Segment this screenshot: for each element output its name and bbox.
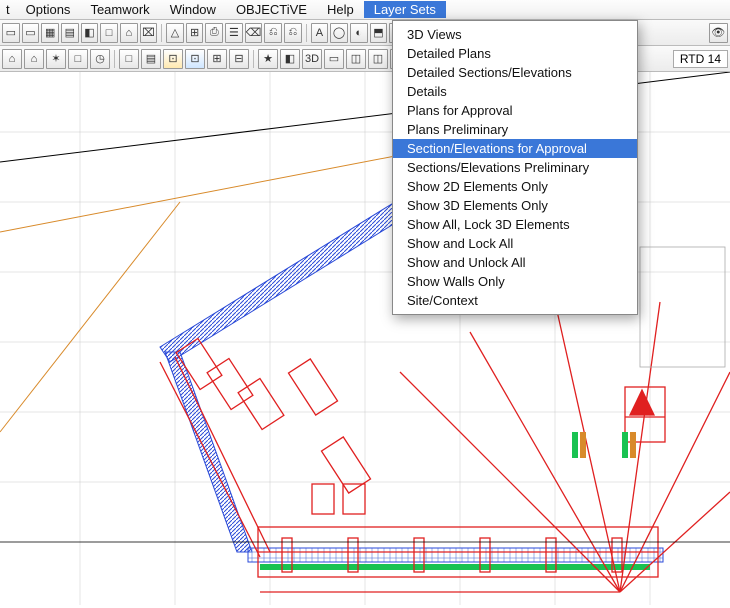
tool-icon[interactable]: ◫ [346,49,366,69]
tool-icon[interactable]: ⌂ [24,49,44,69]
menu-item-teamwork[interactable]: Teamwork [80,1,159,18]
toolbar-separator [306,24,307,42]
toolbar-separator [161,24,162,42]
tool-icon[interactable]: ▦ [41,23,59,43]
tool-icon[interactable]: ◫ [368,49,388,69]
toolbar-separator [114,50,115,68]
tool-icon[interactable]: ⬒ [370,23,388,43]
dd-item-show-3d-only[interactable]: Show 3D Elements Only [393,196,637,215]
tool-icon[interactable]: ⎌ [284,23,302,43]
tool-icon[interactable]: ⎌ [264,23,282,43]
tool-icon[interactable]: □ [100,23,118,43]
tool-icon[interactable]: □ [68,49,88,69]
dd-item-detailed-plans[interactable]: Detailed Plans [393,44,637,63]
tool-icon[interactable]: ⊡ [185,49,205,69]
tool-icon[interactable]: ▭ [2,23,20,43]
tool-icon[interactable]: ▤ [141,49,161,69]
menu-item-options[interactable]: Options [16,1,81,18]
tool-icon[interactable]: ▤ [61,23,79,43]
tool-icon[interactable]: ◧ [280,49,300,69]
tool-icon[interactable]: ⌂ [120,23,138,43]
tool-icon[interactable]: □ [119,49,139,69]
tool-icon[interactable]: ⌫ [245,23,263,43]
dd-item-show-all-lock-3d[interactable]: Show All, Lock 3D Elements [393,215,637,234]
menu-item-layersets[interactable]: Layer Sets [364,1,446,18]
tool-icon[interactable]: ⊡ [163,49,183,69]
tool-icon[interactable]: ◷ [90,49,110,69]
tool-icon[interactable]: ⌂ [2,49,22,69]
view-label[interactable]: RTD 14 [673,50,728,68]
menu-item-help[interactable]: Help [317,1,364,18]
dd-item-site-context[interactable]: Site/Context [393,291,637,310]
tool-3d-icon[interactable]: 3D [302,49,322,69]
tool-icon[interactable]: △ [166,23,184,43]
tool-icon[interactable]: ⊞ [186,23,204,43]
dd-item-detailed-sections[interactable]: Detailed Sections/Elevations [393,63,637,82]
layersets-dropdown: 3D Views Detailed Plans Detailed Section… [392,20,638,315]
tool-icon[interactable]: ⌧ [140,23,158,43]
menu-item-objective[interactable]: OBJECTiVE [226,1,317,18]
menubar: t Options Teamwork Window OBJECTiVE Help… [0,0,730,20]
menu-item-t[interactable]: t [4,1,16,18]
dd-item-show-2d-only[interactable]: Show 2D Elements Only [393,177,637,196]
tool-icon[interactable]: ⊞ [207,49,227,69]
dd-item-plans-approval[interactable]: Plans for Approval [393,101,637,120]
eye-icon[interactable]: 👁 [709,23,728,43]
tool-icon[interactable]: ▭ [324,49,344,69]
dd-item-details[interactable]: Details [393,82,637,101]
toolbar-separator [253,50,254,68]
menu-item-window[interactable]: Window [160,1,226,18]
tool-icon[interactable]: ✶ [46,49,66,69]
tool-icon[interactable]: ◧ [81,23,99,43]
tool-icon[interactable]: ◐ [350,23,368,43]
dd-item-plans-preliminary[interactable]: Plans Preliminary [393,120,637,139]
tool-icon[interactable]: ☰ [225,23,243,43]
tool-icon[interactable]: ⊟ [229,49,249,69]
tool-text-icon[interactable]: A [311,23,329,43]
dd-item-sections-elev-preliminary[interactable]: Sections/Elevations Preliminary [393,158,637,177]
tool-icon[interactable]: ★ [258,49,278,69]
dd-item-show-walls-only[interactable]: Show Walls Only [393,272,637,291]
dd-item-show-unlock-all[interactable]: Show and Unlock All [393,253,637,272]
dd-item-show-lock-all[interactable]: Show and Lock All [393,234,637,253]
dd-item-section-elev-approval[interactable]: Section/Elevations for Approval [393,139,637,158]
tool-icon[interactable]: ▭ [22,23,40,43]
tool-icon[interactable]: ◯ [330,23,348,43]
dd-item-3d-views[interactable]: 3D Views [393,25,637,44]
tool-icon[interactable]: ⎙ [205,23,223,43]
